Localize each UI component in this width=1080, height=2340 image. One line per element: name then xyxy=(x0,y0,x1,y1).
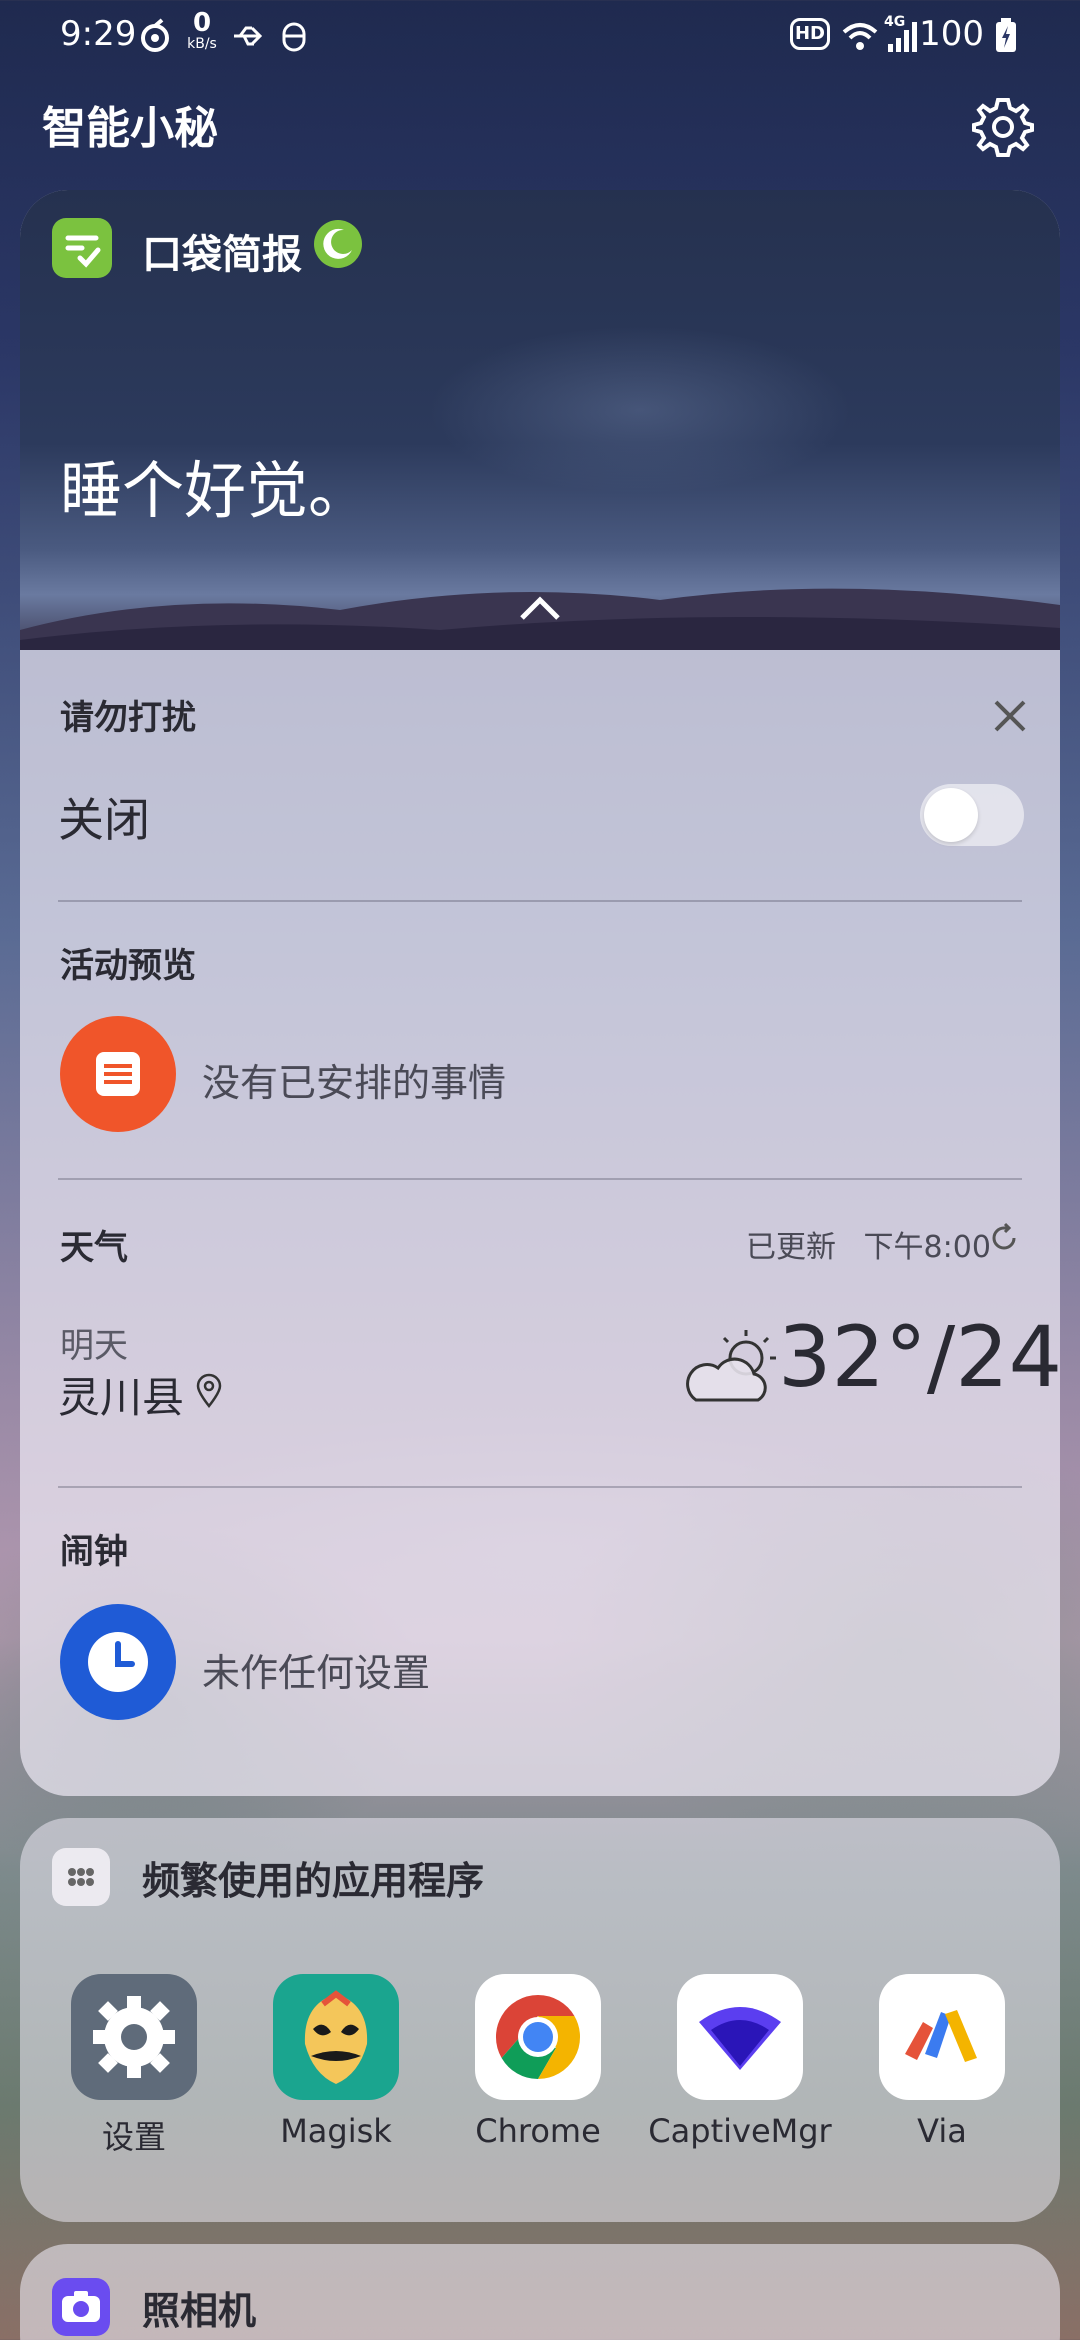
status-time: 9:29 xyxy=(60,14,137,54)
wifi-wedge-icon xyxy=(699,2007,781,2070)
via-app-icon xyxy=(879,1974,1005,2100)
status-bar: 9:29 0 kB/s HD 4G 100 xyxy=(0,0,1080,72)
location-pin-icon[interactable] xyxy=(194,1372,224,1410)
close-icon[interactable] xyxy=(986,692,1034,740)
weather-temperature: 32°/24° xyxy=(778,1308,1060,1406)
frequent-apps-card: 频繁使用的应用程序 设置 Magisk Chrome CaptiveMgr Vi… xyxy=(20,1818,1060,2222)
alarm-empty-text: 未作任何设置 xyxy=(202,1651,431,1695)
weather-updated-label: 已更新 xyxy=(746,1230,836,1265)
page-title: 智能小秘 xyxy=(42,103,218,154)
brief-check-icon xyxy=(65,235,101,268)
net-speed-unit: kB/s xyxy=(187,36,217,52)
brief-title: 口袋简报 xyxy=(142,232,302,278)
clock-icon xyxy=(88,1632,148,1692)
usb-icon xyxy=(234,26,263,46)
dnd-label: 请勿打扰 xyxy=(60,698,196,738)
camera-app-icon xyxy=(52,2278,110,2336)
gear-icon xyxy=(93,1996,175,2078)
dnd-toggle[interactable] xyxy=(920,784,1024,846)
net-speed: 0 kB/s xyxy=(184,10,220,52)
camera-icon xyxy=(62,2291,100,2322)
magisk-app-icon xyxy=(273,1974,399,2100)
settings-gear-icon[interactable] xyxy=(970,94,1036,160)
app-label: Via xyxy=(917,2112,967,2150)
app-captivemgr[interactable]: CaptiveMgr xyxy=(640,1974,840,2150)
calendar-icon[interactable] xyxy=(60,1016,176,1132)
moon-icon xyxy=(323,228,352,259)
app-chrome[interactable]: Chrome xyxy=(438,1974,638,2150)
clock-app-icon[interactable] xyxy=(60,1604,176,1720)
debug-icon xyxy=(282,22,306,52)
app-label: 设置 xyxy=(101,2118,166,2156)
net-speed-value: 0 xyxy=(192,8,212,38)
toggle-knob xyxy=(924,788,978,842)
battery-icon xyxy=(996,18,1016,52)
weather-city: 灵川县 xyxy=(58,1373,185,1422)
weather-updated: 已更新 下午8:00 xyxy=(746,1222,991,1266)
activity-empty-text: 没有已安排的事情 xyxy=(202,1061,507,1105)
magisk-mask-icon xyxy=(304,1990,368,2084)
weather-label: 天气 xyxy=(60,1228,128,1268)
app-via[interactable]: Via xyxy=(842,1974,1042,2150)
camera-card[interactable]: 照相机 xyxy=(20,2244,1060,2340)
hd-badge: HD xyxy=(790,18,830,50)
divider xyxy=(58,900,1022,902)
app-settings[interactable]: 设置 xyxy=(34,1974,234,2158)
activity-label: 活动预览 xyxy=(60,946,196,986)
dnd-state: 关闭 xyxy=(58,793,150,847)
pocket-brief-app-icon[interactable] xyxy=(52,218,112,278)
captivemgr-app-icon xyxy=(677,1974,803,2100)
refresh-icon[interactable] xyxy=(986,1220,1022,1256)
battery-level: 100 xyxy=(919,14,984,54)
chevron-up-icon[interactable] xyxy=(516,590,564,624)
night-mode-badge xyxy=(314,220,362,268)
via-logo-icon xyxy=(905,2010,977,2062)
weather-updated-time: 下午8:00 xyxy=(863,1230,991,1265)
chrome-app-icon xyxy=(475,1974,601,2100)
weather-day: 明天 xyxy=(60,1326,128,1366)
app-label: Chrome xyxy=(475,2112,601,2150)
data-saver-icon xyxy=(141,18,169,52)
dots-grid-icon xyxy=(68,1868,94,1886)
camera-title: 照相机 xyxy=(142,2289,257,2333)
wifi-icon xyxy=(842,23,878,50)
signal-icon xyxy=(888,22,917,52)
pocket-brief-card: 口袋简报 睡个好觉。 请勿打扰 关闭 活动预览 没有已安排的事情 天气 已更新 … xyxy=(20,190,1060,1796)
frequent-apps-title: 频繁使用的应用程序 xyxy=(142,1859,485,1903)
app-label: Magisk xyxy=(280,2112,392,2150)
settings-app-icon xyxy=(71,1974,197,2100)
divider xyxy=(58,1178,1022,1180)
brief-greeting: 睡个好觉。 xyxy=(60,454,371,527)
app-label: CaptiveMgr xyxy=(648,2112,832,2150)
list-icon xyxy=(96,1052,140,1096)
chrome-logo-icon xyxy=(495,1995,581,2079)
apps-grid-icon xyxy=(52,1848,110,1906)
divider xyxy=(58,1486,1022,1488)
alarm-label: 闹钟 xyxy=(60,1532,128,1572)
app-magisk[interactable]: Magisk xyxy=(236,1974,436,2150)
